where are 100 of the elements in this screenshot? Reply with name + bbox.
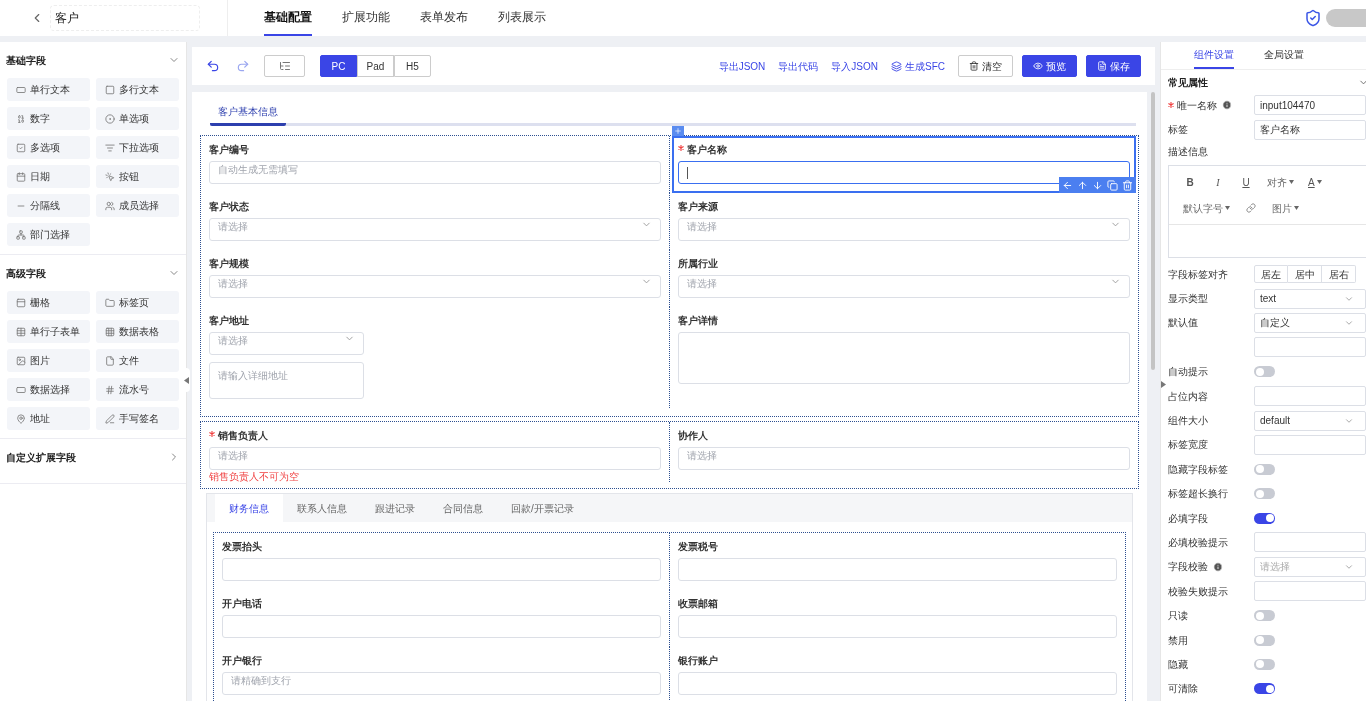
settings-tab[interactable]: 全局设置: [1263, 42, 1304, 69]
font-color-button[interactable]: A: [1308, 174, 1322, 190]
form-tab[interactable]: 回款/开票记录: [497, 494, 588, 522]
trash-icon[interactable]: [1122, 179, 1133, 191]
drag-handle[interactable]: [671, 126, 684, 136]
field-type-item[interactable]: 部门选择: [7, 223, 90, 246]
field-type-item[interactable]: 手写签名: [96, 407, 179, 430]
setting-input[interactable]: [1254, 434, 1366, 455]
toggle-switch[interactable]: [1254, 634, 1275, 646]
toolbar-dropdown[interactable]: 对齐: [1267, 174, 1294, 190]
setting-select[interactable]: 自定义: [1254, 312, 1366, 333]
field-type-item[interactable]: 分隔线: [7, 194, 90, 217]
copy-icon[interactable]: [1107, 179, 1118, 191]
undo-icon[interactable]: [206, 59, 220, 73]
field-type-item[interactable]: 单选项: [96, 107, 179, 130]
arrow-left-icon[interactable]: [1062, 179, 1073, 191]
field-type-item[interactable]: 下拉选项: [96, 136, 179, 159]
field-type-item[interactable]: 标签页: [96, 291, 179, 314]
field-type-item[interactable]: 多行文本: [96, 78, 179, 101]
align-option[interactable]: 居中: [1288, 265, 1322, 284]
device-tab[interactable]: Pad: [357, 55, 394, 77]
field-type-item[interactable]: 流水号: [96, 378, 179, 401]
avatar[interactable]: [1326, 9, 1366, 27]
setting-select[interactable]: text: [1254, 288, 1366, 309]
toolbar-link[interactable]: 导入JSON: [831, 58, 878, 74]
field-type-item[interactable]: 数字: [7, 107, 90, 130]
toggle-switch[interactable]: [1254, 463, 1275, 475]
setting-label: 组件大小: [1168, 414, 1208, 428]
redo-icon[interactable]: [236, 59, 250, 73]
toggle-switch[interactable]: [1254, 683, 1275, 695]
toolbar-link[interactable]: 导出代码: [778, 58, 819, 74]
toggle-switch[interactable]: [1254, 512, 1275, 524]
field-type-item[interactable]: 单行子表单: [7, 320, 90, 343]
caret-icon: [1289, 180, 1294, 185]
caret-icon: [1225, 206, 1230, 211]
italic-button[interactable]: I: [1211, 174, 1225, 190]
field-label: 客户地址: [209, 313, 249, 328]
selected-field-frame[interactable]: 客户名称: [671, 136, 1136, 193]
setting-label: 占位内容: [1168, 389, 1208, 404]
bold-button[interactable]: B: [1183, 174, 1197, 190]
section-tab[interactable]: 客户基本信息: [210, 104, 286, 126]
toolbar-link[interactable]: 导出JSON: [718, 58, 766, 74]
header-tab[interactable]: 扩展功能: [342, 0, 390, 36]
setting-input[interactable]: [1254, 386, 1366, 407]
scrollbar[interactable]: [1151, 92, 1155, 370]
device-tab[interactable]: H5: [394, 55, 431, 77]
align-option[interactable]: 居右: [1322, 265, 1356, 284]
header-tab[interactable]: 表单发布: [420, 0, 468, 36]
field-type-item[interactable]: 图片: [7, 349, 90, 372]
toolbar-button[interactable]: 清空: [958, 55, 1013, 77]
text-field[interactable]: [677, 161, 1130, 184]
toggle-switch[interactable]: [1254, 488, 1275, 500]
field-type-item[interactable]: 按钮: [96, 165, 179, 188]
setting-input[interactable]: [1254, 337, 1366, 358]
field-type-item[interactable]: 地址: [7, 407, 90, 430]
toggle-switch[interactable]: [1254, 366, 1275, 378]
toolbar-link[interactable]: 生成SFC: [891, 58, 945, 74]
field-type-item[interactable]: 栅格: [7, 291, 90, 314]
setting-input[interactable]: [1254, 581, 1366, 602]
field-type-item[interactable]: 单行文本: [7, 78, 90, 101]
field-type-item[interactable]: 数据表格: [96, 320, 179, 343]
rich-text-editor[interactable]: B I U 对齐 A 默认字号 图片: [1168, 164, 1366, 258]
toolbar-button[interactable]: 保存: [1086, 55, 1141, 77]
toolbar-dropdown[interactable]: 默认字号: [1183, 200, 1230, 216]
arrow-up-icon[interactable]: [1077, 179, 1088, 191]
toggle-switch[interactable]: [1254, 658, 1275, 670]
field-label: 客户规模: [209, 256, 249, 271]
collapse-handle[interactable]: [182, 368, 190, 392]
toolbar-button[interactable]: 预览: [1022, 55, 1077, 77]
link-icon[interactable]: [1246, 203, 1256, 214]
document-icon: [1097, 61, 1107, 71]
toolbar-dropdown[interactable]: 图片: [1272, 200, 1299, 216]
form-tab[interactable]: 财务信息: [215, 494, 283, 522]
setting-input[interactable]: [1254, 532, 1366, 553]
form-tab[interactable]: 联系人信息: [283, 494, 361, 522]
arrow-down-icon[interactable]: [1092, 179, 1103, 191]
field-type-icon: [105, 142, 115, 153]
field-type-item[interactable]: 日期: [7, 165, 90, 188]
field-type-item[interactable]: 多选项: [7, 136, 90, 159]
tree-button[interactable]: [264, 55, 305, 77]
header-tab[interactable]: 基础配置: [264, 0, 312, 36]
field-type-item[interactable]: 文件: [96, 349, 179, 372]
field-type-item[interactable]: 数据选择: [7, 378, 90, 401]
field-type-icon: [105, 384, 115, 395]
setting-select[interactable]: default: [1254, 410, 1366, 431]
form-tab[interactable]: 跟进记录: [361, 494, 429, 522]
settings-tab[interactable]: 组件设置: [1193, 42, 1234, 69]
device-tab[interactable]: PC: [320, 55, 357, 77]
setting-input[interactable]: input104470: [1254, 95, 1366, 116]
align-option[interactable]: 居左: [1254, 265, 1288, 284]
header-tab[interactable]: 列表展示: [498, 0, 546, 36]
required-asterisk-icon: [209, 430, 215, 437]
field-type-item[interactable]: 成员选择: [96, 194, 179, 217]
textarea-field[interactable]: [677, 332, 1130, 384]
underline-button[interactable]: U: [1239, 174, 1253, 190]
setting-input[interactable]: 客户名称: [1254, 119, 1366, 140]
field-label: 客户来源: [677, 199, 718, 214]
field-label: 发票税号: [677, 539, 718, 554]
toggle-switch[interactable]: [1254, 610, 1275, 622]
form-tab[interactable]: 合同信息: [429, 494, 497, 522]
